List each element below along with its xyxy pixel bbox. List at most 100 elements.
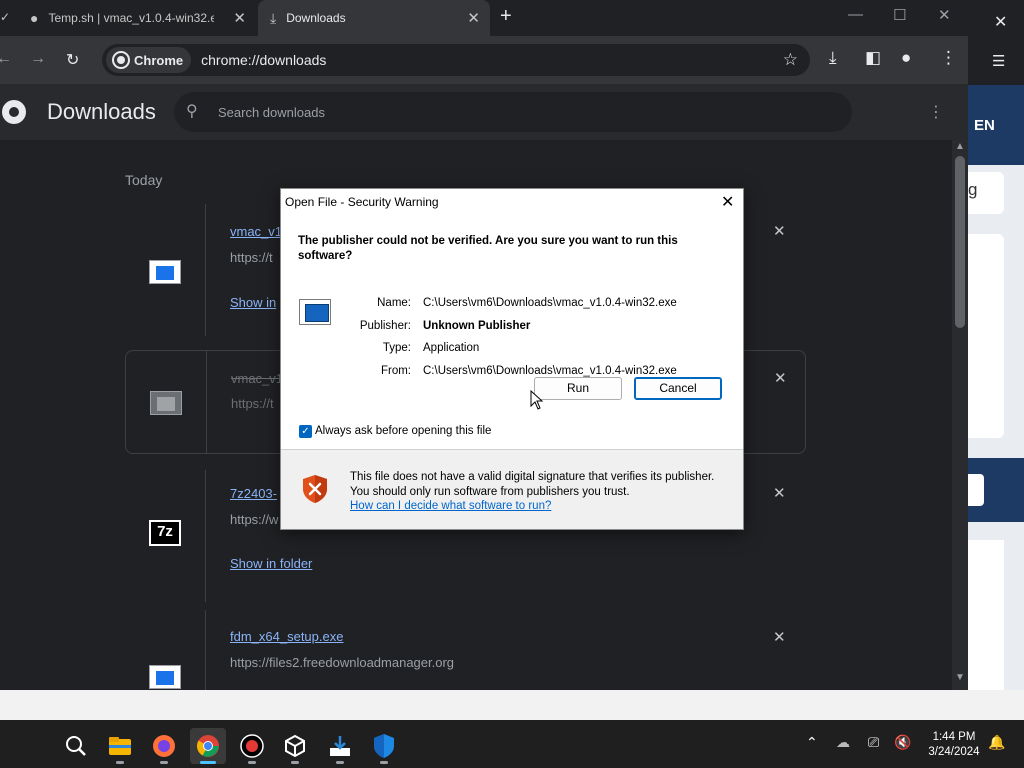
run-button[interactable]: Run [534, 377, 622, 400]
search-input[interactable] [218, 102, 818, 122]
dialog-content: The publisher could not be verified. Are… [281, 215, 743, 449]
onedrive-icon[interactable]: ☁ [836, 734, 850, 751]
browser-toolbar: ← → ↻ Chrome chrome://downloads ☆ ⤓ ◧ ● … [0, 36, 968, 84]
tab-close-icon[interactable]: ✕ [233, 9, 246, 27]
file-name-removed: vmac_v1 [231, 371, 284, 386]
tab-temp-sh[interactable]: ● Temp.sh | vmac_v1.0.4-win32.exe ✕ [16, 0, 256, 36]
taskbar-file-explorer[interactable] [102, 728, 138, 764]
remove-item-icon[interactable]: ✕ [774, 369, 787, 387]
volume-muted-icon[interactable]: 🔇 [894, 734, 911, 751]
type-label: Type: [382, 342, 411, 354]
tab-close-icon[interactable]: ✕ [467, 9, 480, 27]
mouse-cursor-icon [530, 390, 544, 410]
file-url[interactable]: https://t [230, 250, 273, 265]
name-value: C:\Users\vm6\Downloads\vmac_v1.0.4-win32… [423, 297, 677, 309]
taskbar: ⌃ ☁ ⎚ 🔇 🔔 [0, 720, 1024, 768]
search-icon [66, 736, 86, 756]
dialog-question: The publisher could not be verified. Are… [298, 235, 678, 262]
from-value: C:\Users\vm6\Downloads\vmac_v1.0.4-win32… [423, 365, 677, 377]
clock-date: 3/24/2024 [928, 746, 980, 758]
background-menu-icon[interactable]: ☰ [992, 52, 1005, 70]
bookmark-star-icon[interactable]: ☆ [783, 50, 798, 70]
taskbar-clock[interactable]: 1:44 PM 3/24/2024 [926, 730, 982, 760]
tab-search-chevron-icon[interactable]: ✓ [0, 10, 10, 24]
background-text-fragment: g [968, 180, 978, 199]
decide-software-link[interactable]: How can I decide what software to run? [350, 500, 551, 512]
publisher-label: Publisher: [359, 320, 411, 332]
downloads-icon[interactable]: ⤓ [829, 48, 837, 68]
reload-icon[interactable]: ↻ [66, 50, 79, 70]
background-button[interactable] [968, 474, 984, 506]
url-text[interactable]: chrome://downloads [201, 52, 326, 68]
page-scrollbar[interactable]: ▲ ▼ [952, 140, 968, 690]
file-url[interactable]: https://w [230, 512, 278, 527]
address-bar[interactable]: Chrome chrome://downloads ☆ [102, 44, 810, 76]
remove-item-icon[interactable]: ✕ [773, 484, 786, 502]
tab-downloads[interactable]: ⤓ Downloads ✕ [258, 0, 490, 36]
divider [206, 351, 207, 453]
always-ask-label[interactable]: Always ask before opening this file [315, 425, 491, 437]
show-in-folder-link[interactable]: Show in [230, 295, 276, 310]
from-label: From: [380, 365, 411, 377]
forward-icon[interactable]: → [30, 50, 46, 68]
remove-item-icon[interactable]: ✕ [773, 222, 786, 240]
signature-warning-text: This file does not have a valid digital … [350, 471, 715, 498]
downloads-header: Downloads ⚲ ⋮ [0, 84, 968, 140]
active-indicator [200, 761, 216, 764]
installer-icon [330, 736, 350, 756]
background-window: ✕ ☰ EN g [968, 0, 1024, 720]
profile-icon[interactable]: ● [901, 48, 911, 68]
taskbar-search[interactable] [58, 728, 94, 764]
maximize-icon[interactable]: ☐ [893, 6, 906, 24]
dialog-titlebar: Open File - Security Warning ✕ [281, 189, 743, 215]
more-actions-icon[interactable]: ⋮ [928, 102, 944, 122]
minimize-icon[interactable]: — [848, 6, 863, 23]
taskbar-defender[interactable] [366, 728, 402, 764]
background-close-icon[interactable]: ✕ [994, 12, 1007, 32]
taskbar-virtualbox[interactable] [277, 728, 313, 764]
tray-overflow-chevron-icon[interactable]: ⌃ [806, 734, 818, 751]
background-lang-label[interactable]: EN [974, 117, 995, 134]
file-name-link[interactable]: vmac_v1 [230, 224, 282, 239]
type-value: Application [423, 342, 480, 354]
tab-strip: ✓ ● Temp.sh | vmac_v1.0.4-win32.exe ✕ ⤓ … [0, 0, 968, 36]
taskbar-firefox[interactable] [146, 728, 182, 764]
notification-bell-icon[interactable]: 🔔 [988, 734, 1005, 751]
always-ask-checkbox[interactable]: ✓ [299, 425, 312, 438]
download-icon: ⤓ [270, 9, 277, 26]
file-explorer-icon [109, 737, 131, 755]
scroll-up-icon[interactable]: ▲ [955, 141, 965, 152]
network-icon[interactable]: ⎚ [868, 734, 879, 751]
file-name-link[interactable]: fdm_x64_setup.exe [230, 629, 343, 644]
date-group-label: Today [125, 172, 163, 188]
taskbar-recorder[interactable] [234, 728, 270, 764]
windows-exe-icon [150, 391, 182, 415]
search-downloads[interactable]: ⚲ [174, 92, 852, 132]
menu-kebab-icon[interactable]: ⋮ [940, 48, 957, 68]
background-card [968, 234, 1004, 438]
new-tab-icon[interactable]: + [500, 5, 512, 28]
tab-title: Downloads [286, 11, 346, 25]
taskbar-installer[interactable] [322, 728, 358, 764]
download-item: fdm_x64_setup.exe https://files2.freedow… [125, 610, 806, 690]
remove-item-icon[interactable]: ✕ [773, 628, 786, 646]
show-in-folder-link[interactable]: Show in folder [230, 556, 312, 571]
scroll-down-icon[interactable]: ▼ [955, 672, 965, 683]
taskbar-chrome[interactable] [190, 728, 226, 764]
back-icon[interactable]: ← [0, 50, 12, 68]
scrollbar-thumb[interactable] [955, 156, 965, 328]
search-icon: ⚲ [186, 103, 198, 120]
clock-time: 1:44 PM [932, 731, 976, 743]
file-name-link[interactable]: 7z2403- [230, 486, 277, 501]
dialog-close-icon[interactable]: ✕ [721, 192, 734, 212]
publisher-value: Unknown Publisher [423, 320, 531, 332]
security-warning-dialog: Open File - Security Warning ✕ The publi… [280, 188, 744, 530]
close-window-icon[interactable]: ✕ [938, 6, 951, 24]
site-chip[interactable]: Chrome [106, 47, 192, 73]
cancel-button[interactable]: Cancel [634, 377, 722, 400]
chrome-icon [197, 735, 219, 757]
background-desktop-strip [0, 690, 1024, 720]
file-url[interactable]: https://files2.freedownloadmanager.org [230, 655, 454, 670]
running-indicator [116, 761, 124, 764]
side-panel-icon[interactable]: ◧ [865, 48, 881, 68]
